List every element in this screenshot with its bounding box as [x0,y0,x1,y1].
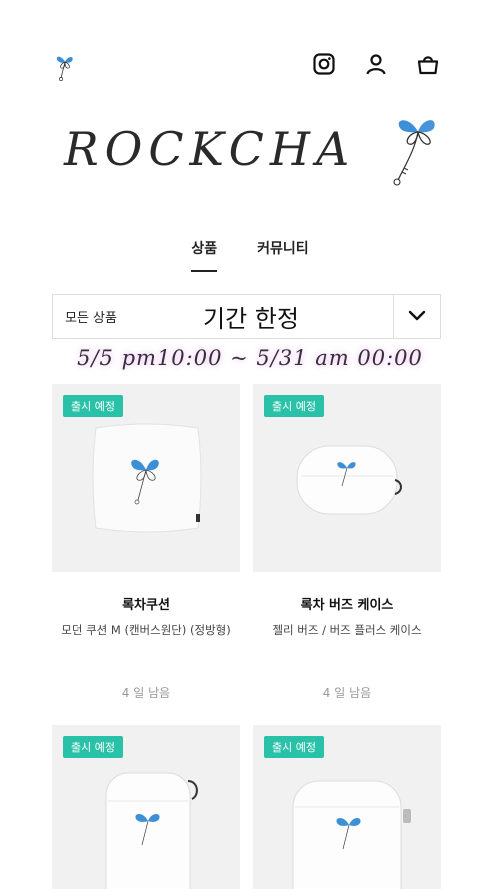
clover-logo-icon[interactable] [52,48,78,82]
chevron-down-icon [408,307,426,326]
product-card[interactable]: 출시 예정 [253,725,441,889]
user-icon[interactable] [362,50,390,78]
filter-title: 기간 한정 [203,305,299,333]
dropdown-toggle-button[interactable] [393,295,440,338]
status-badge: 출시 예정 [63,395,123,417]
product-image[interactable]: 출시 예정 [52,725,240,889]
shopping-bag-icon[interactable] [414,50,442,78]
product-description: 젤리 버즈 / 버즈 플러스 케이스 [272,623,422,637]
product-card[interactable]: 출시 예정 록차 버즈 케이스 젤리 버즈 / 버즈 플러스 케이스 4 일 남… [253,384,441,701]
brand-name: ROCKCHA [64,122,356,176]
product-name[interactable]: 록차 버즈 케이스 [253,594,441,613]
category-filter[interactable]: 모든 상품 기간 한정 [52,294,441,339]
filter-category-label: 모든 상품 [65,311,117,326]
header [0,0,500,100]
tab-community[interactable]: 커뮤니티 [257,238,309,268]
brand-clover-icon [388,104,448,188]
status-badge: 출시 예정 [264,395,324,417]
status-badge: 출시 예정 [264,736,324,758]
instagram-icon[interactable] [310,50,338,78]
product-image[interactable]: 출시 예정 [52,384,240,572]
date-banner: 5/5 pm10:00 ~ 5/31 am 00:00 [77,346,423,370]
tab-products[interactable]: 상품 [191,238,217,272]
product-description: 모던 쿠션 M (캔버스원단) (정방형) [61,623,231,637]
category-tabs: 상품 커뮤니티 [0,238,500,272]
remaining-days: 4 일 남음 [121,686,171,700]
product-card[interactable]: 출시 예정 [52,725,240,889]
remaining-days: 4 일 남음 [322,686,372,700]
product-image[interactable]: 출시 예정 [253,725,441,889]
product-image[interactable]: 출시 예정 [253,384,441,572]
brand-logo[interactable]: ROCKCHA [58,104,448,194]
product-card[interactable]: 출시 예정 록차쿠션 모던 쿠션 M (캔버스원단) (정방형) 4 일 남음 [52,384,240,701]
product-name[interactable]: 록차쿠션 [52,594,240,613]
status-badge: 출시 예정 [63,736,123,758]
